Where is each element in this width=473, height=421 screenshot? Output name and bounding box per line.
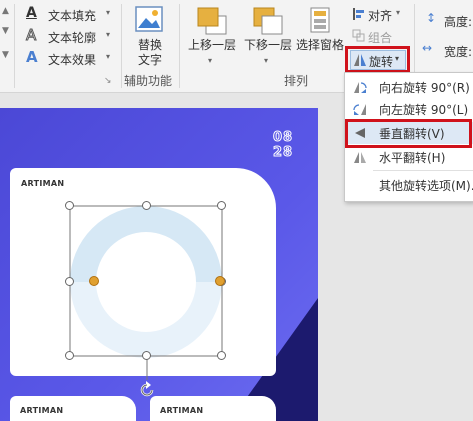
height-icon: ↕: [426, 11, 437, 25]
text-effect-label: 文本效果: [48, 53, 97, 67]
dialog-launcher-icon[interactable]: ↘: [104, 76, 112, 86]
bottom-card-right[interactable]: ARTIMAN: [150, 396, 276, 421]
adjust-handle[interactable]: [89, 276, 99, 286]
resize-handle-left[interactable]: [65, 277, 74, 286]
alt-text-label-2: 文字: [137, 53, 162, 67]
chevron-down-icon: ▾: [396, 8, 401, 17]
resize-handle-bottom-left[interactable]: [65, 351, 74, 360]
scroll-down-icon[interactable]: ▼: [2, 26, 9, 36]
bring-forward-button[interactable]: 上移一层 ▾: [184, 4, 240, 68]
group-label-arrange: 排列: [284, 74, 309, 88]
scroll-up-icon[interactable]: ▲: [2, 6, 9, 16]
alt-text-button[interactable]: 替换 文字: [128, 4, 172, 68]
alt-text-label-1: 替换: [137, 38, 162, 52]
menu-item-rotate-right[interactable]: 向右旋转 90°(R): [345, 76, 473, 98]
main-card[interactable]: ARTIMAN: [10, 168, 276, 376]
send-backward-icon: [253, 7, 283, 35]
menu-item-label: 向右旋转 90°(R): [379, 81, 470, 95]
resize-handle-top-left[interactable]: [65, 201, 74, 210]
text-fill-button[interactable]: A 文本填充 ▾: [20, 4, 125, 24]
text-effect-icon: A: [26, 48, 38, 66]
resize-handle-top[interactable]: [142, 201, 151, 210]
selection-pane-label: 选择窗格: [295, 38, 344, 52]
date-bottom: 28: [272, 145, 294, 161]
resize-handle-top-right[interactable]: [217, 201, 226, 210]
width-field[interactable]: ↔ 宽度:: [420, 40, 473, 60]
menu-item-flip-horizontal[interactable]: 水平翻转(H): [345, 146, 473, 168]
chevron-down-icon: ▾: [106, 52, 111, 61]
selection-pane-button[interactable]: 选择窗格: [294, 4, 346, 68]
align-button[interactable]: 对齐 ▾: [350, 4, 410, 24]
resize-handle-bottom-right[interactable]: [217, 351, 226, 360]
highlight-flip-vertical: [345, 119, 472, 148]
rotate-left-icon: [353, 104, 366, 115]
bottom-card-left[interactable]: ARTIMAN: [10, 396, 136, 421]
group-icon: [352, 29, 365, 42]
group-label-accessibility: 辅助功能: [124, 74, 173, 88]
divider: [121, 4, 122, 88]
menu-divider: [373, 170, 473, 171]
menu-item-rotate-left[interactable]: 向左旋转 90°(L): [345, 98, 473, 120]
adjust-handle[interactable]: [215, 276, 225, 286]
slide[interactable]: 08 28 ARTIMAN ARTIMAN ARTIMAN: [0, 108, 318, 421]
resize-handle-bottom[interactable]: [142, 351, 151, 360]
bring-forward-label: 上移一层: [187, 38, 236, 52]
chevron-down-icon: ▾: [106, 8, 111, 17]
height-field[interactable]: ↕ 高度:: [420, 10, 473, 30]
menu-item-label: 其他旋转选项(M)...: [379, 179, 473, 193]
align-label: 对齐: [368, 9, 393, 23]
selection-pane-icon: [310, 7, 330, 33]
text-effect-button[interactable]: A 文本效果 ▾: [20, 48, 125, 68]
divider: [179, 4, 180, 88]
width-icon: ↔: [422, 41, 433, 55]
send-backward-label: 下移一层: [243, 38, 292, 52]
menu-item-label: 水平翻转(H): [379, 151, 446, 165]
menu-item-label: 向左旋转 90°(L): [379, 103, 469, 117]
send-backward-button[interactable]: 下移一层 ▾: [240, 4, 296, 68]
text-outline-button[interactable]: A 文本轮廓 ▾: [20, 26, 125, 46]
text-outline-icon: A: [25, 26, 37, 45]
brand-label: ARTIMAN: [21, 179, 65, 188]
brand-label: ARTIMAN: [160, 406, 204, 415]
date-top: 08: [272, 130, 294, 146]
divider: [14, 4, 15, 88]
align-icon: [353, 8, 364, 20]
chevron-down-icon: ▾: [264, 56, 269, 65]
more-icon[interactable]: ▼: [2, 50, 9, 60]
picture-icon: [135, 6, 163, 32]
menu-item-more-rotation-options[interactable]: 其他旋转选项(M)...: [345, 174, 473, 196]
rotate-right-icon: [354, 82, 367, 93]
text-outline-label: 文本轮廓: [48, 31, 97, 45]
flip-horizontal-icon: [354, 152, 366, 163]
group-label: 组合: [368, 31, 393, 45]
text-fill-icon: A: [26, 5, 37, 21]
chevron-down-icon: ▾: [106, 30, 111, 39]
group-button[interactable]: 组合: [350, 26, 410, 46]
chevron-down-icon: ▾: [208, 56, 213, 65]
rotate-handle-icon[interactable]: [137, 380, 157, 400]
width-label: 宽度:: [444, 45, 473, 59]
bring-forward-icon: [197, 7, 227, 35]
brand-label: ARTIMAN: [20, 406, 64, 415]
height-label: 高度:: [444, 15, 473, 29]
text-fill-label: 文本填充: [48, 9, 97, 23]
highlight-rotate: [345, 46, 410, 73]
